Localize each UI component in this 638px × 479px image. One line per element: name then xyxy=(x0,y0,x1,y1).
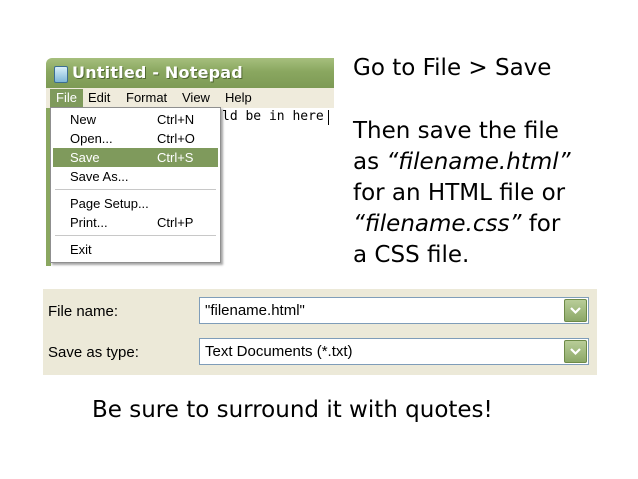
menu-item-label: Print... xyxy=(70,215,108,230)
file-name-label: File name: xyxy=(48,303,119,320)
text-caret xyxy=(328,110,329,125)
html-filename-example: “filename.html” xyxy=(386,149,571,175)
menu-item-save[interactable]: Save Ctrl+S xyxy=(53,148,218,167)
chevron-down-icon xyxy=(570,307,581,315)
notepad-titlebar[interactable]: Untitled - Notepad xyxy=(46,58,334,88)
css-filename-example: “filename.css” xyxy=(353,211,522,237)
menu-item-shortcut: Ctrl+S xyxy=(157,150,194,165)
menu-item-new[interactable]: New Ctrl+N xyxy=(53,110,218,129)
file-menu-dropdown: New Ctrl+N Open... Ctrl+O Save Ctrl+S Sa… xyxy=(50,107,221,263)
editor-text: ld be in here xyxy=(222,109,324,124)
instruction-line-6: a CSS file. xyxy=(353,242,470,268)
menu-item-shortcut: Ctrl+P xyxy=(157,215,194,230)
menu-item-save-as[interactable]: Save As... xyxy=(53,167,218,186)
quotes-reminder: Be sure to surround it with quotes! xyxy=(92,397,493,423)
file-name-input[interactable]: "filename.html" xyxy=(205,302,305,319)
notepad-app-icon xyxy=(54,66,68,83)
menu-item-shortcut: Ctrl+O xyxy=(157,131,195,146)
chevron-down-icon xyxy=(570,348,581,356)
menu-item-label: Exit xyxy=(70,242,92,257)
menu-separator xyxy=(55,235,216,236)
instruction-line-2: Then save the file xyxy=(353,118,559,144)
menu-file[interactable]: File xyxy=(50,89,83,107)
menu-bar: File Edit Format View Help xyxy=(46,88,334,109)
save-dialog-fields: File name: "filename.html" Save as type:… xyxy=(43,289,597,375)
menu-help[interactable]: Help xyxy=(219,89,258,107)
instruction-line-5: “filename.css” for xyxy=(353,209,560,240)
menu-item-label: Page Setup... xyxy=(70,196,149,211)
menu-item-exit[interactable]: Exit xyxy=(53,240,218,259)
menu-item-page-setup[interactable]: Page Setup... xyxy=(53,194,218,213)
menu-edit[interactable]: Edit xyxy=(82,89,116,107)
instruction-text: as xyxy=(353,149,387,175)
file-name-dropdown-button[interactable] xyxy=(564,299,587,322)
menu-item-open[interactable]: Open... Ctrl+O xyxy=(53,129,218,148)
save-as-type-label: Save as type: xyxy=(48,344,139,361)
instruction-step-1: Go to File > Save xyxy=(353,55,552,81)
menu-item-label: Save As... xyxy=(70,169,129,184)
menu-item-label: Save xyxy=(70,150,100,165)
menu-item-label: Open... xyxy=(70,131,113,146)
menu-item-label: New xyxy=(70,112,97,127)
instruction-line-4: for an HTML file or xyxy=(353,180,566,206)
instruction-line-3: as “filename.html” xyxy=(353,147,571,178)
save-as-type-value: Text Documents (*.txt) xyxy=(205,343,353,360)
menu-separator xyxy=(55,189,216,190)
menu-item-print[interactable]: Print... Ctrl+P xyxy=(53,213,218,232)
save-as-type-select[interactable]: Text Documents (*.txt) xyxy=(199,338,589,365)
window-title: Untitled - Notepad xyxy=(72,63,243,82)
menu-format[interactable]: Format xyxy=(120,89,173,107)
instruction-text: for xyxy=(521,211,561,237)
save-as-type-dropdown-button[interactable] xyxy=(564,340,587,363)
file-name-combobox[interactable]: "filename.html" xyxy=(199,297,589,324)
menu-item-shortcut: Ctrl+N xyxy=(157,112,195,127)
menu-view[interactable]: View xyxy=(176,89,216,107)
